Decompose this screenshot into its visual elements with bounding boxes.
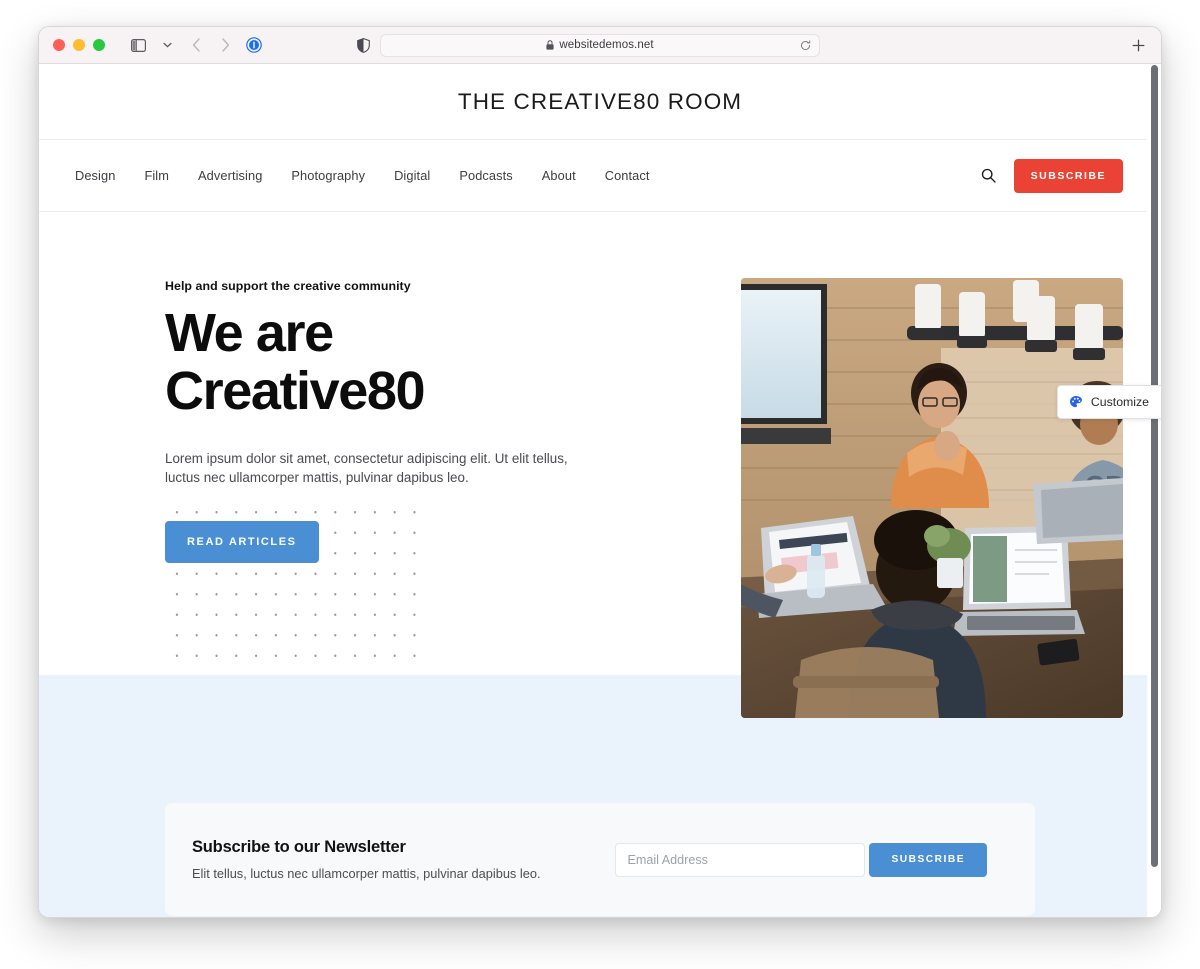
site-title: THE CREATIVE80 ROOM: [457, 88, 743, 114]
nav-item-photography[interactable]: Photography: [291, 168, 365, 183]
close-window-button[interactable]: [53, 39, 65, 51]
privacy-shield-icon[interactable]: [357, 37, 370, 53]
newsletter-section: Subscribe to our Newsletter Elit tellus,…: [39, 718, 1161, 916]
email-input[interactable]: [615, 842, 866, 877]
hero-heading-line-1: We are: [165, 303, 334, 363]
navigation-controls: [125, 33, 267, 57]
browser-window: websitedemos.net THE CREATIVE80 ROOM Des…: [38, 26, 1162, 918]
nav-actions: SUBSCRIBE: [981, 158, 1123, 193]
newsletter-text: Subscribe to our Newsletter Elit tellus,…: [192, 838, 615, 881]
newsletter-form: SUBSCRIBE: [615, 842, 987, 877]
hero-content: Help and support the creative community …: [39, 278, 1161, 718]
maximize-window-button[interactable]: [93, 39, 105, 51]
minimize-window-button[interactable]: [73, 39, 85, 51]
site-header: THE CREATIVE80 ROOM: [39, 64, 1161, 140]
hero-eyebrow: Help and support the creative community: [165, 279, 411, 293]
nav-item-about[interactable]: About: [542, 168, 576, 183]
new-tab-button[interactable]: [1132, 39, 1145, 52]
primary-navigation: Design Film Advertising Photography Digi…: [39, 140, 1161, 212]
nav-item-contact[interactable]: Contact: [605, 168, 650, 183]
nav-item-film[interactable]: Film: [144, 168, 169, 183]
read-articles-button[interactable]: READ ARTICLES: [165, 521, 319, 564]
page-scrollbar-thumb[interactable]: [1151, 65, 1158, 867]
customize-tab[interactable]: Customize: [1056, 385, 1161, 419]
nav-item-podcasts[interactable]: Podcasts: [459, 168, 512, 183]
hero-heading-line-2: Creative80: [165, 360, 426, 421]
back-arrow-icon[interactable]: [183, 33, 209, 57]
nav-item-digital[interactable]: Digital: [394, 168, 430, 183]
address-bar-container: websitedemos.net: [380, 33, 820, 57]
browser-toolbar: websitedemos.net: [39, 27, 1161, 64]
nav-item-advertising[interactable]: Advertising: [198, 168, 262, 183]
hero-image: GB: [741, 278, 1123, 718]
nav-list: Design Film Advertising Photography Digi…: [75, 168, 650, 183]
sidebar-toggle-icon[interactable]: [125, 33, 151, 57]
reload-icon[interactable]: [800, 39, 811, 51]
page-viewport: THE CREATIVE80 ROOM Design Film Advertis…: [39, 64, 1161, 917]
search-icon[interactable]: [981, 168, 996, 183]
newsletter-heading: Subscribe to our Newsletter: [192, 838, 406, 856]
hero-image-column: GB: [741, 278, 1123, 718]
customize-label: Customize: [1090, 395, 1149, 409]
chevron-down-icon[interactable]: [154, 33, 180, 57]
hero-photo-illustration: GB: [741, 278, 1123, 718]
hero-heading: We are Creative80: [165, 303, 585, 421]
nav-item-design[interactable]: Design: [75, 168, 115, 183]
address-bar[interactable]: websitedemos.net: [380, 33, 820, 57]
newsletter-description: Elit tellus, luctus nec ullamcorper matt…: [192, 866, 541, 881]
lock-icon: [546, 40, 554, 50]
newsletter-card: Subscribe to our Newsletter Elit tellus,…: [165, 803, 1035, 916]
url-text: websitedemos.net: [559, 39, 654, 51]
palette-icon: [1069, 395, 1083, 409]
header-subscribe-button[interactable]: SUBSCRIBE: [1013, 158, 1123, 193]
forward-arrow-icon[interactable]: [212, 33, 238, 57]
window-controls: [53, 39, 105, 51]
hero-paragraph: Lorem ipsum dolor sit amet, consectetur …: [165, 450, 568, 485]
page-scrollbar-track[interactable]: [1147, 64, 1161, 917]
hero-section: Help and support the creative community …: [39, 212, 1161, 917]
hero-text-column: Help and support the creative community …: [165, 278, 585, 718]
newsletter-subscribe-button[interactable]: SUBSCRIBE: [869, 842, 987, 877]
extension-icon[interactable]: [241, 33, 267, 57]
